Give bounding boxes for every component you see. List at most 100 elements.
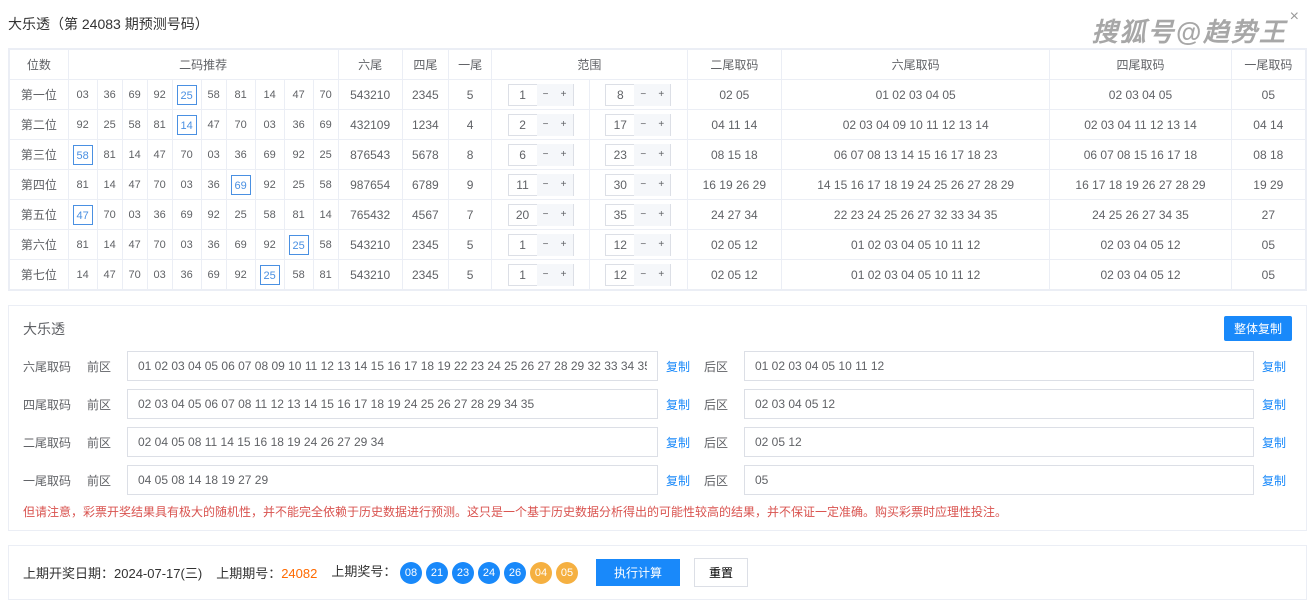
plus-icon[interactable]: + [555,204,573,226]
num-cell[interactable]: 92 [226,260,255,290]
back-input[interactable] [744,351,1254,381]
num-cell[interactable]: 70 [147,230,172,260]
num-cell[interactable]: 70 [97,200,122,230]
num-cell[interactable]: 69 [172,200,201,230]
num-cell[interactable]: 81 [97,140,122,170]
minus-icon[interactable]: − [634,204,652,226]
copy-link[interactable]: 复制 [666,434,696,451]
plus-icon[interactable]: + [555,264,573,286]
range-stepper[interactable]: 2−+ [508,114,574,136]
minus-icon[interactable]: − [537,174,555,196]
num-cell[interactable]: 03 [255,110,284,140]
num-cell[interactable]: 47 [201,110,226,140]
minus-icon[interactable]: − [537,114,555,136]
reset-button[interactable]: 重置 [694,558,748,587]
minus-icon[interactable]: − [537,264,555,286]
num-cell[interactable]: 36 [172,260,201,290]
num-cell[interactable]: 14 [313,200,338,230]
range-stepper[interactable]: 12−+ [605,264,671,286]
front-input[interactable] [127,427,658,457]
minus-icon[interactable]: − [634,114,652,136]
front-input[interactable] [127,351,658,381]
minus-icon[interactable]: − [634,234,652,256]
range-stepper[interactable]: 35−+ [605,204,671,226]
num-cell[interactable]: 69 [255,140,284,170]
num-cell[interactable]: 47 [122,230,147,260]
num-cell[interactable]: 14 [97,230,122,260]
plus-icon[interactable]: + [555,114,573,136]
copy-link[interactable]: 复制 [666,358,696,375]
plus-icon[interactable]: + [652,84,670,106]
plus-icon[interactable]: + [555,144,573,166]
plus-icon[interactable]: + [555,84,573,106]
num-cell[interactable]: 14 [255,80,284,110]
copy-link[interactable]: 复制 [1262,472,1292,489]
num-cell[interactable]: 70 [122,260,147,290]
num-cell[interactable]: 14 [68,260,97,290]
range-stepper[interactable]: 23−+ [605,144,671,166]
plus-icon[interactable]: + [555,174,573,196]
front-input[interactable] [127,389,658,419]
range-stepper[interactable]: 17−+ [605,114,671,136]
num-cell[interactable]: 69 [313,110,338,140]
copy-link[interactable]: 复制 [666,472,696,489]
num-cell[interactable]: 92 [255,230,284,260]
plus-icon[interactable]: + [652,144,670,166]
minus-icon[interactable]: − [634,174,652,196]
num-cell[interactable]: 58 [68,140,97,170]
num-cell[interactable]: 25 [284,170,313,200]
plus-icon[interactable]: + [652,264,670,286]
minus-icon[interactable]: − [537,234,555,256]
num-cell[interactable]: 70 [226,110,255,140]
num-cell[interactable]: 70 [172,140,201,170]
num-cell[interactable]: 81 [284,200,313,230]
num-cell[interactable]: 92 [201,200,226,230]
num-cell[interactable]: 14 [172,110,201,140]
range-stepper[interactable]: 6−+ [508,144,574,166]
num-cell[interactable]: 03 [172,230,201,260]
num-cell[interactable]: 69 [201,260,226,290]
num-cell[interactable]: 36 [201,170,226,200]
range-stepper[interactable]: 8−+ [605,84,671,106]
plus-icon[interactable]: + [555,234,573,256]
num-cell[interactable]: 47 [68,200,97,230]
range-stepper[interactable]: 11−+ [508,174,574,196]
num-cell[interactable]: 25 [255,260,284,290]
range-stepper[interactable]: 1−+ [508,264,574,286]
num-cell[interactable]: 58 [313,170,338,200]
back-input[interactable] [744,465,1254,495]
num-cell[interactable]: 36 [97,80,122,110]
num-cell[interactable]: 70 [147,170,172,200]
num-cell[interactable]: 36 [201,230,226,260]
plus-icon[interactable]: + [652,234,670,256]
num-cell[interactable]: 58 [284,260,313,290]
close-icon[interactable]: × [1290,8,1299,26]
num-cell[interactable]: 69 [226,230,255,260]
num-cell[interactable]: 92 [68,110,97,140]
plus-icon[interactable]: + [652,114,670,136]
num-cell[interactable]: 58 [313,230,338,260]
num-cell[interactable]: 03 [147,260,172,290]
copy-link[interactable]: 复制 [1262,358,1292,375]
minus-icon[interactable]: − [537,84,555,106]
num-cell[interactable]: 25 [226,200,255,230]
num-cell[interactable]: 81 [313,260,338,290]
copy-link[interactable]: 复制 [1262,396,1292,413]
num-cell[interactable]: 25 [313,140,338,170]
num-cell[interactable]: 81 [68,230,97,260]
num-cell[interactable]: 03 [122,200,147,230]
num-cell[interactable]: 03 [68,80,97,110]
num-cell[interactable]: 47 [97,260,122,290]
num-cell[interactable]: 69 [226,170,255,200]
back-input[interactable] [744,389,1254,419]
num-cell[interactable]: 58 [255,200,284,230]
num-cell[interactable]: 36 [284,110,313,140]
minus-icon[interactable]: − [634,144,652,166]
range-stepper[interactable]: 1−+ [508,234,574,256]
copy-link[interactable]: 复制 [666,396,696,413]
num-cell[interactable]: 47 [122,170,147,200]
plus-icon[interactable]: + [652,204,670,226]
range-stepper[interactable]: 12−+ [605,234,671,256]
num-cell[interactable]: 25 [97,110,122,140]
range-stepper[interactable]: 20−+ [508,204,574,226]
